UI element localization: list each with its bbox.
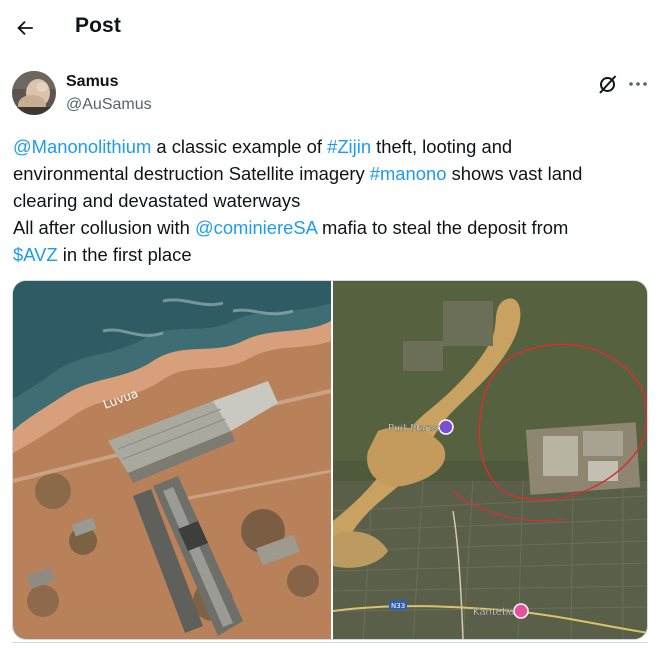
page-title: Post <box>75 14 121 37</box>
post-text-segment: All after collusion with <box>13 217 195 238</box>
hashtag-link[interactable]: #manono <box>370 163 447 184</box>
more-icon <box>626 72 650 96</box>
author-handle[interactable]: @AuSamus <box>66 96 152 114</box>
media-grid: Luvua Puit Marec N33 Kanteba <box>12 280 648 640</box>
more-button[interactable] <box>626 72 650 96</box>
back-button[interactable] <box>8 11 42 45</box>
map-road-label: N33 <box>391 602 405 610</box>
post-text-segment: a classic example of <box>151 136 328 157</box>
divider <box>12 642 648 648</box>
post-text-segment: theft, looting and <box>371 136 513 157</box>
map-place-label: Puit Marec <box>388 423 440 434</box>
post-text-segment: shows vast land <box>446 163 583 184</box>
top-bar: Post <box>0 0 661 56</box>
mention-link[interactable]: @cominiereSA <box>195 217 317 238</box>
satellite-photo-dam[interactable]: Luvua <box>13 281 331 639</box>
post-text: @Manonolithium a classic example of #Zij… <box>13 133 653 268</box>
grok-button[interactable] <box>596 72 620 96</box>
post-text-segment: environmental destruction Satellite imag… <box>13 163 370 184</box>
map-town-label: Kanteba <box>473 607 514 618</box>
grok-icon <box>596 72 620 96</box>
post-line: clearing and devastated waterways <box>13 187 653 214</box>
post-line: All after collusion with @cominiereSA ma… <box>13 214 653 241</box>
satellite-photo-mining-area[interactable]: Puit Marec N33 Kanteba <box>333 281 647 639</box>
post-line: environmental destruction Satellite imag… <box>13 160 653 187</box>
back-arrow-icon <box>14 17 36 39</box>
post-text-segment: in the first place <box>57 244 192 265</box>
post-text-segment: clearing and devastated waterways <box>13 190 301 211</box>
post-text-segment: mafia to steal the deposit from <box>316 217 569 238</box>
author-name[interactable]: Samus <box>66 73 118 91</box>
post-line: @Manonolithium a classic example of #Zij… <box>13 133 653 160</box>
avatar[interactable] <box>12 71 56 115</box>
hashtag-link[interactable]: #Zijin <box>327 136 371 157</box>
mention-link[interactable]: @Manonolithium <box>13 136 151 157</box>
post-line: $AVZ in the first place <box>13 241 653 268</box>
cashtag-link[interactable]: $AVZ <box>13 244 58 265</box>
